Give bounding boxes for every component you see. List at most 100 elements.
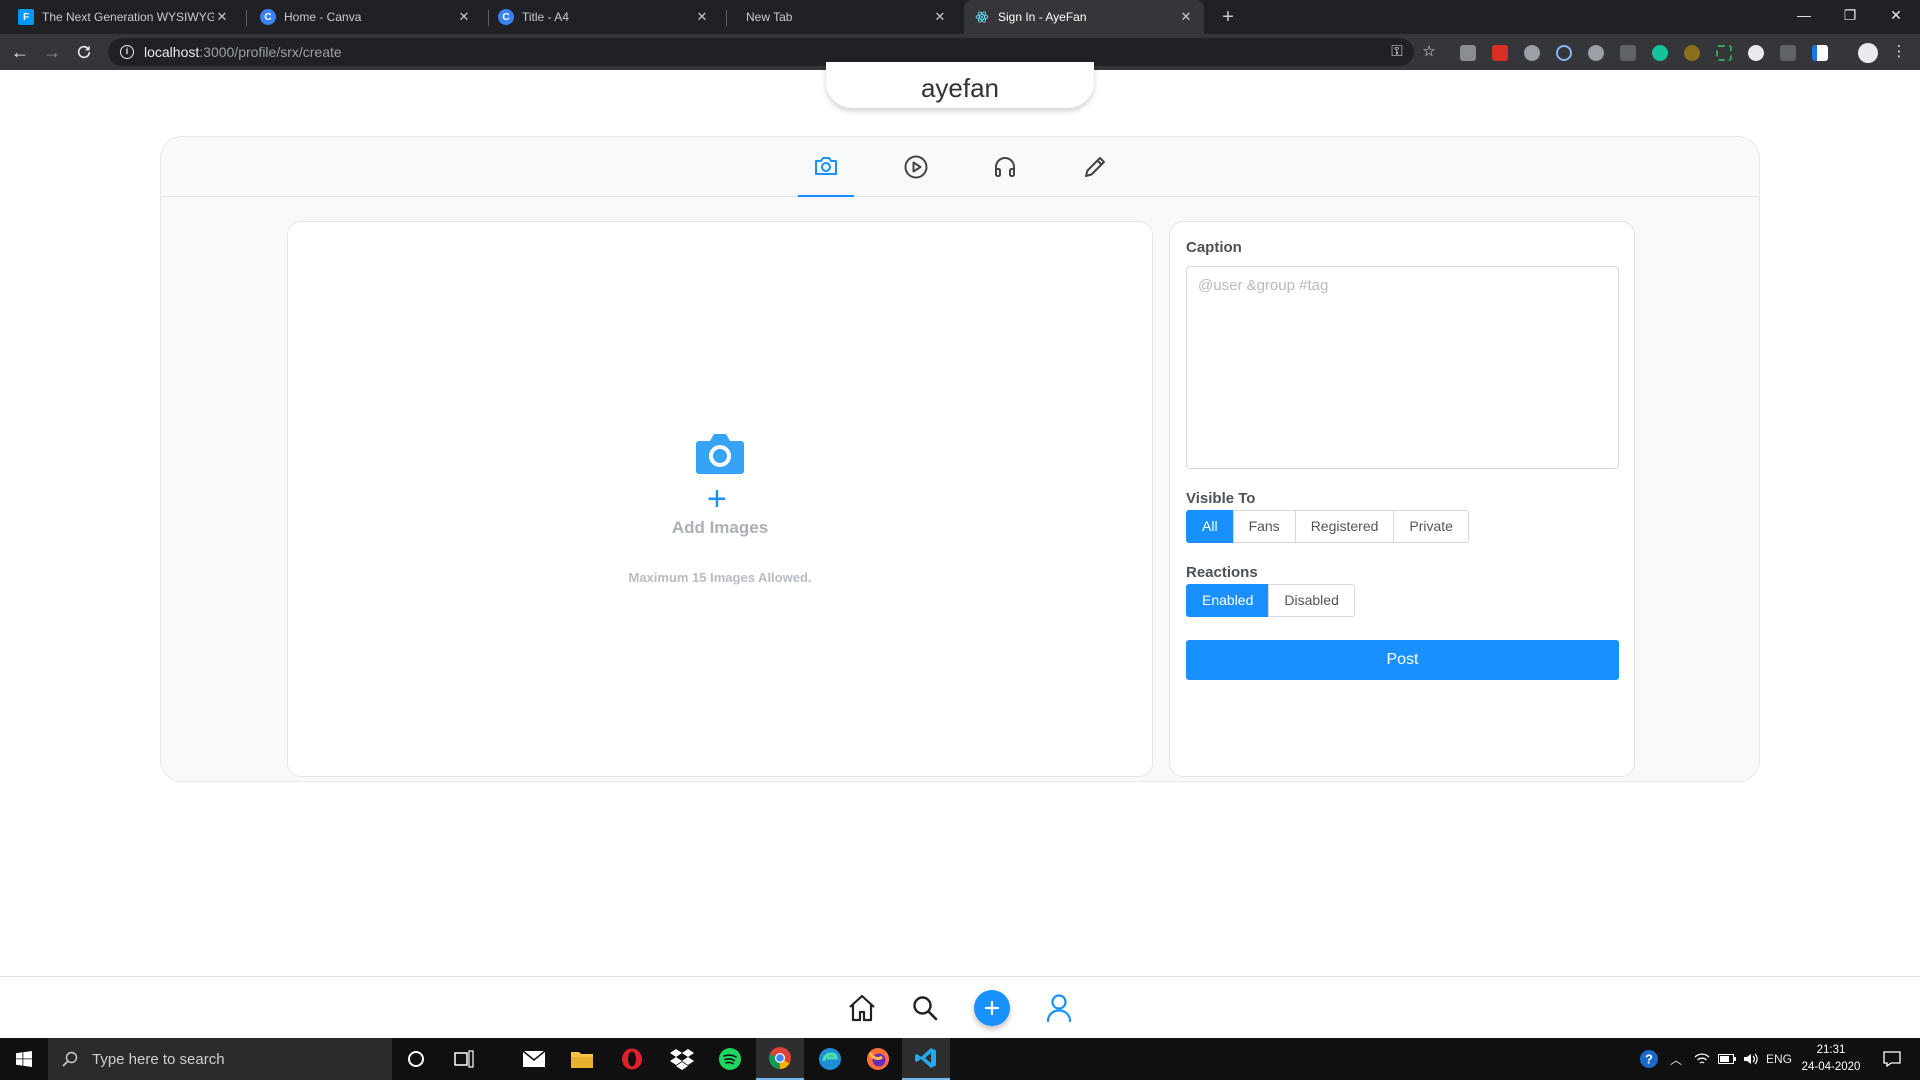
post-button[interactable]: Post <box>1186 640 1619 680</box>
tab-label: Sign In - AyeFan <box>998 10 1087 24</box>
extension-icon[interactable] <box>1492 45 1508 61</box>
svg-text:?: ? <box>1645 1052 1653 1067</box>
visibility-option-all[interactable]: All <box>1186 510 1234 543</box>
tab-video[interactable] <box>888 137 944 197</box>
back-icon[interactable]: ← <box>8 40 32 64</box>
volume-icon[interactable] <box>1740 1038 1762 1080</box>
tab-label: Title - A4 <box>522 10 569 24</box>
post-settings-panel: Caption Visible To All Fans Registered P… <box>1169 221 1635 777</box>
forward-icon[interactable]: → <box>40 40 64 64</box>
vscode-icon[interactable] <box>902 1038 950 1080</box>
brand-logo[interactable]: ayefan <box>826 62 1094 108</box>
extension-icon[interactable] <box>1588 45 1604 61</box>
close-window-button[interactable]: ✕ <box>1873 0 1919 30</box>
bottom-navigation <box>0 976 1920 1038</box>
cortana-icon[interactable] <box>392 1038 440 1080</box>
notification-icon[interactable] <box>1872 1038 1912 1080</box>
browser-tab-froala[interactable]: F The Next Generation WYSIWYG I ✕ <box>8 0 240 34</box>
browser-tab-ayefan[interactable]: Sign In - AyeFan ✕ <box>964 0 1204 34</box>
headphones-icon <box>995 157 1015 177</box>
taskbar-search-box[interactable]: Type here to search <box>48 1038 392 1080</box>
froala-icon: F <box>18 9 34 25</box>
caption-label: Caption <box>1186 239 1242 256</box>
edge-icon[interactable] <box>806 1038 854 1080</box>
reactions-option-disabled[interactable]: Disabled <box>1268 584 1355 617</box>
windows-taskbar: Type here to search ? ︿ ENG 21:31 24-04-… <box>0 1038 1920 1080</box>
reactions-option-enabled[interactable]: Enabled <box>1186 584 1270 617</box>
reactions-selector: Enabled Disabled <box>1186 584 1355 617</box>
system-clock[interactable]: 21:31 24-04-2020 <box>1796 1042 1866 1076</box>
close-icon[interactable]: ✕ <box>1178 9 1194 25</box>
key-icon[interactable]: ⚿ <box>1386 40 1408 64</box>
extension-icon[interactable] <box>1684 45 1700 61</box>
video-play-icon <box>904 155 928 179</box>
close-icon[interactable]: ✕ <box>456 9 472 25</box>
chrome-icon[interactable] <box>756 1038 804 1080</box>
wifi-icon[interactable] <box>1690 1038 1714 1080</box>
profile-icon[interactable] <box>1858 43 1878 63</box>
chevron-up-icon[interactable]: ︿ <box>1666 1038 1686 1080</box>
extension-icon[interactable] <box>1812 45 1828 61</box>
image-dropzone[interactable]: + Add Images Maximum 15 Images Allowed. <box>287 221 1153 777</box>
opera-icon[interactable] <box>608 1038 656 1080</box>
visibility-option-fans[interactable]: Fans <box>1232 510 1296 543</box>
close-icon[interactable]: ✕ <box>694 9 710 25</box>
extension-icon[interactable] <box>1556 45 1572 61</box>
browser-tab-canva-title[interactable]: C Title - A4 ✕ <box>488 0 720 34</box>
search-icon <box>62 1051 78 1067</box>
firefox-icon[interactable] <box>854 1038 902 1080</box>
new-tab-button[interactable]: + <box>1215 4 1241 30</box>
caption-input[interactable] <box>1186 266 1619 469</box>
add-post-button[interactable] <box>974 990 1010 1026</box>
camera-icon <box>696 434 744 474</box>
browser-tab-canva-home[interactable]: C Home - Canva ✕ <box>250 0 482 34</box>
menu-icon[interactable]: ⋮ <box>1888 40 1910 64</box>
tab-audio[interactable] <box>977 137 1033 197</box>
star-icon[interactable]: ☆ <box>1418 40 1440 64</box>
taskbar-search-placeholder: Type here to search <box>92 1050 225 1068</box>
url-host: localhost <box>144 44 200 60</box>
browser-tab-new-tab[interactable]: New Tab ✕ <box>726 0 958 34</box>
minimize-button[interactable]: — <box>1781 0 1827 30</box>
visibility-option-registered[interactable]: Registered <box>1294 510 1395 543</box>
extension-icon[interactable] <box>1524 45 1540 61</box>
url-path: :3000/profile/srx/create <box>199 44 342 60</box>
extension-icon[interactable] <box>1620 45 1636 61</box>
gear-icon[interactable] <box>1748 45 1764 61</box>
close-icon[interactable]: ✕ <box>932 9 948 25</box>
max-images-hint: Maximum 15 Images Allowed. <box>628 570 812 585</box>
media-type-tabs <box>161 137 1759 197</box>
site-info-icon[interactable]: i <box>120 45 134 59</box>
home-icon[interactable] <box>845 991 879 1025</box>
visible-to-label: Visible To <box>1186 490 1256 507</box>
windows-start-button[interactable] <box>0 1038 48 1080</box>
close-icon[interactable]: ✕ <box>214 9 230 25</box>
search-icon[interactable] <box>908 991 942 1025</box>
language-indicator[interactable]: ENG <box>1764 1038 1794 1080</box>
file-explorer-icon[interactable] <box>558 1038 606 1080</box>
extension-icon[interactable] <box>1716 45 1732 61</box>
tab-label: New Tab <box>746 10 793 24</box>
task-view-icon[interactable] <box>440 1038 488 1080</box>
react-icon <box>974 9 990 25</box>
extension-icon[interactable] <box>1780 45 1796 61</box>
camera-icon <box>815 157 837 175</box>
reload-icon[interactable] <box>72 40 96 64</box>
tab-label: Home - Canva <box>284 10 362 24</box>
tab-photo[interactable] <box>798 137 854 197</box>
clock-time: 21:31 <box>1816 1044 1846 1056</box>
windows-logo-icon <box>16 1051 32 1067</box>
address-bar[interactable]: i localhost:3000/profile/srx/create <box>108 38 1414 66</box>
mail-icon[interactable] <box>510 1038 558 1080</box>
dropbox-icon[interactable] <box>658 1038 706 1080</box>
help-icon[interactable]: ? <box>1636 1038 1662 1080</box>
profile-icon[interactable] <box>1042 991 1076 1025</box>
restore-button[interactable]: ❐ <box>1827 0 1873 30</box>
grammarly-icon[interactable] <box>1652 45 1668 61</box>
battery-icon[interactable] <box>1716 1038 1738 1080</box>
spotify-icon[interactable] <box>706 1038 754 1080</box>
canva-icon: C <box>498 9 514 25</box>
tab-text[interactable] <box>1067 137 1123 197</box>
extension-icon[interactable] <box>1460 45 1476 61</box>
visibility-option-private[interactable]: Private <box>1393 510 1469 543</box>
